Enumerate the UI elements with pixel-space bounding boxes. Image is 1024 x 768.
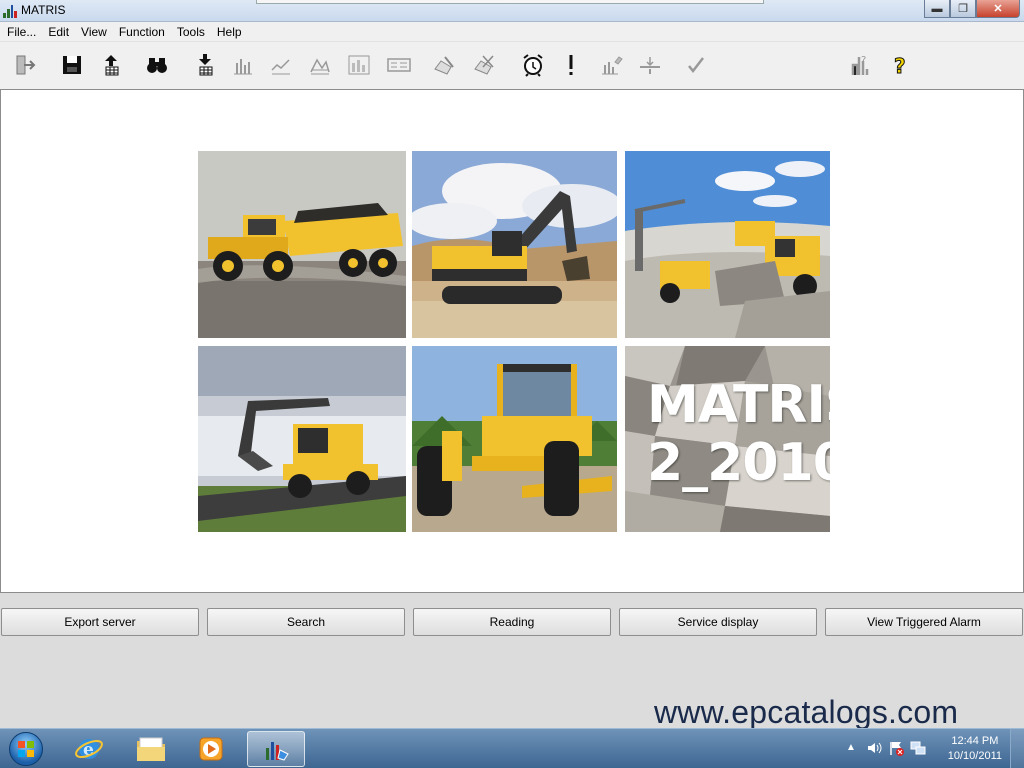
wheel-loaders-photo: [625, 151, 830, 338]
search-button[interactable]: Search: [207, 608, 405, 636]
checkmark-icon[interactable]: [683, 52, 709, 78]
histogram-icon[interactable]: [346, 52, 372, 78]
close-button[interactable]: ✕: [976, 0, 1020, 18]
window-top-strip: [256, 0, 764, 4]
export-server-button[interactable]: Export server: [1, 608, 199, 636]
bar-chart-icon[interactable]: [230, 52, 256, 78]
alarm-edit-icon[interactable]: [432, 52, 458, 78]
wheeled-excavator-photo: [198, 346, 406, 532]
table-view-icon[interactable]: [386, 52, 412, 78]
brand-tile: MATRIS 2_2010: [625, 346, 830, 532]
import-download-icon[interactable]: [192, 52, 218, 78]
view-triggered-alarm-button[interactable]: View Triggered Alarm: [825, 608, 1023, 636]
binoculars-icon[interactable]: [144, 52, 170, 78]
menu-file[interactable]: File...: [1, 25, 42, 39]
export-upload-icon[interactable]: [98, 52, 124, 78]
level-icon[interactable]: [637, 52, 663, 78]
svg-text:?: ?: [894, 54, 906, 77]
matris-window: MATRIS ▬ ❐ ✕ File... Edit View Function …: [0, 0, 1024, 768]
maximize-button[interactable]: ❐: [950, 0, 976, 18]
show-desktop-button[interactable]: [1010, 729, 1024, 768]
minimize-button[interactable]: ▬: [924, 0, 950, 18]
volume-icon[interactable]: [866, 740, 882, 759]
clock-time: 12:44 PM: [951, 735, 999, 747]
service-display-button[interactable]: Service display: [619, 608, 817, 636]
articulated-hauler-photo: [198, 151, 406, 338]
brand-line-2: 2_2010: [647, 433, 830, 493]
save-icon[interactable]: [59, 52, 85, 78]
clock[interactable]: 12:44 PM 10/10/2011: [948, 734, 1002, 764]
menu-function[interactable]: Function: [113, 25, 171, 39]
toolbar: ? ?: [0, 42, 1024, 89]
splash-panel: MATRIS 2_2010: [0, 89, 1024, 593]
taskbar: e ▲ 12:44 PM 10/10/2011: [0, 728, 1024, 768]
alarm-clock-icon[interactable]: [520, 52, 546, 78]
matris-app-icon[interactable]: [247, 731, 305, 767]
reading-button[interactable]: Reading: [413, 608, 611, 636]
motor-grader-photo: [412, 346, 617, 532]
media-player-icon[interactable]: [184, 731, 238, 767]
menu-view[interactable]: View: [75, 25, 113, 39]
brand-line-1: MATRIS: [647, 375, 830, 435]
exclamation-icon[interactable]: [558, 52, 584, 78]
excavator-photo: [412, 151, 617, 338]
action-center-flag-icon[interactable]: [888, 740, 904, 759]
window-title: MATRIS: [21, 3, 66, 17]
exit-icon[interactable]: [12, 52, 38, 78]
area-chart-icon[interactable]: [307, 52, 333, 78]
title-bar: MATRIS ▬ ❐ ✕: [0, 0, 1024, 22]
app-icon: [3, 4, 17, 18]
menu-edit[interactable]: Edit: [42, 25, 75, 39]
svg-text:?: ?: [861, 55, 866, 66]
windows-logo-icon: [9, 732, 43, 766]
show-hidden-icons-icon[interactable]: ▲: [846, 742, 856, 753]
menu-bar: File... Edit View Function Tools Help: [0, 22, 1024, 42]
start-button[interactable]: [4, 730, 48, 768]
watermark-text: www.epcatalogs.com: [654, 694, 959, 730]
menu-help[interactable]: Help: [211, 25, 248, 39]
bar-chart-edit-icon[interactable]: [599, 52, 625, 78]
internet-explorer-icon[interactable]: e: [62, 731, 116, 767]
brand-logo-text: MATRIS 2_2010: [647, 376, 830, 492]
folder-icon[interactable]: [124, 731, 178, 767]
menu-tools[interactable]: Tools: [171, 25, 211, 39]
clock-date: 10/10/2011: [947, 750, 1002, 762]
network-icon[interactable]: [910, 740, 926, 759]
line-chart-icon[interactable]: [268, 52, 294, 78]
help-context-icon[interactable]: ?: [848, 52, 874, 78]
help-icon[interactable]: ?: [888, 52, 914, 78]
alarm-clear-icon[interactable]: [472, 52, 498, 78]
